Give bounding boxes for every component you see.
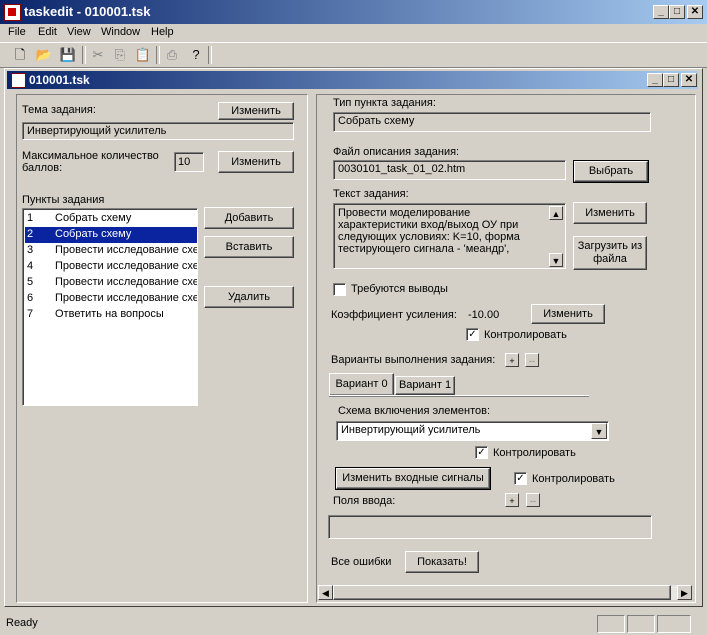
scroll-thumb[interactable]: [333, 585, 671, 600]
scheme-control-checkbox[interactable]: ✓: [475, 446, 488, 459]
open-icon[interactable]: 📂: [34, 46, 54, 64]
close-button[interactable]: ✕: [687, 5, 703, 19]
menu-view[interactable]: View: [67, 26, 91, 38]
toolbar-separator: [208, 46, 212, 64]
topic-label: Тема задания:: [22, 104, 96, 116]
toolbar: 🗋 📂 💾 ✂ ⎘ 📋 ⎙ ?: [0, 42, 707, 68]
list-item[interactable]: 4 Провести исследование схе: [25, 259, 197, 275]
maximize-button[interactable]: □: [669, 5, 685, 19]
max-score-change-button[interactable]: Изменить: [218, 151, 294, 173]
save-icon[interactable]: 💾: [58, 46, 78, 64]
change-text-button[interactable]: Изменить: [573, 202, 647, 224]
status-panel: [627, 615, 655, 633]
variants-label: Варианты выполнения задания:: [331, 354, 496, 366]
status-bar: Ready: [0, 613, 707, 635]
item-type-label: Тип пункта задания:: [333, 97, 436, 109]
scheme-select[interactable]: Инвертирующий усилитель ▼: [336, 421, 609, 441]
gain-change-button[interactable]: Изменить: [531, 304, 605, 324]
scheme-control-label: Контролировать: [493, 447, 576, 459]
menu-help[interactable]: Help: [151, 26, 174, 38]
max-score-field[interactable]: 10: [174, 152, 204, 172]
choose-file-button[interactable]: Выбрать: [573, 160, 649, 183]
new-icon[interactable]: 🗋: [10, 46, 30, 64]
remove-input-field-button[interactable]: --: [526, 493, 540, 507]
scroll-up-icon[interactable]: ▲: [549, 206, 563, 220]
app-icon: [4, 4, 21, 21]
delete-item-button[interactable]: Удалить: [204, 286, 294, 308]
copy-icon[interactable]: ⎘: [110, 46, 130, 64]
cut-icon[interactable]: ✂: [88, 46, 108, 64]
add-input-field-button[interactable]: +: [505, 493, 519, 507]
show-errors-button[interactable]: Показать!: [405, 551, 479, 573]
need-conclusions-label: Требуются выводы: [351, 283, 448, 295]
task-items-list[interactable]: 1 Собрать схему 2 Собрать схему 3 Провести …: [22, 208, 198, 406]
paste-icon[interactable]: 📋: [133, 46, 153, 64]
all-errors-label: Все ошибки: [331, 556, 392, 568]
tab-divider: [329, 395, 589, 397]
toolbar-separator: [82, 46, 86, 64]
scroll-left-icon[interactable]: ◀: [318, 585, 333, 600]
tab-variant-0[interactable]: Вариант 0: [329, 373, 394, 395]
max-score-label-line1: Максимальное количество: [22, 150, 159, 162]
remove-variant-button[interactable]: --: [525, 353, 539, 367]
horizontal-scrollbar[interactable]: ◀ ▶: [318, 585, 692, 600]
scheme-label: Схема включения элементов:: [338, 405, 491, 417]
print-icon[interactable]: ⎙: [162, 46, 182, 64]
status-panel: [657, 615, 691, 633]
menu-edit[interactable]: Edit: [38, 26, 57, 38]
document-icon: [11, 73, 26, 88]
list-item[interactable]: 3 Провести исследование схе: [25, 243, 197, 259]
list-item[interactable]: 5 Провести исследование схе: [25, 275, 197, 291]
change-input-signals-button[interactable]: Изменить входные сигналы: [335, 467, 491, 490]
help-icon[interactable]: ?: [186, 46, 206, 64]
list-item[interactable]: 6 Провести исследование схе: [25, 291, 197, 307]
menu-window[interactable]: Window: [101, 26, 140, 38]
list-item[interactable]: 7 Ответить на вопросы: [25, 307, 197, 323]
task-text-label: Текст задания:: [333, 188, 409, 200]
minimize-button[interactable]: _: [653, 5, 669, 19]
task-items-label: Пункты задания: [22, 194, 105, 206]
gain-label: Коэффициент усиления:: [331, 309, 457, 321]
description-file-field[interactable]: 0030101_task_01_02.htm: [333, 160, 566, 180]
item-type-field[interactable]: Собрать схему: [333, 112, 651, 132]
topic-change-button[interactable]: Изменить: [218, 102, 294, 120]
doc-maximize-button[interactable]: □: [663, 73, 679, 87]
topic-field[interactable]: Инвертирующий усилитель: [22, 122, 294, 140]
add-item-button[interactable]: Добавить: [204, 207, 294, 229]
add-variant-button[interactable]: +: [505, 353, 519, 367]
inputs-control-label: Контролировать: [532, 473, 615, 485]
list-item[interactable]: 1 Собрать схему: [25, 211, 197, 227]
gain-control-label: Контролировать: [484, 329, 567, 341]
description-file-label: Файл описания задания:: [333, 146, 460, 158]
insert-item-button[interactable]: Вставить: [204, 236, 294, 258]
need-conclusions-checkbox[interactable]: [333, 283, 346, 296]
app-title-bar: taskedit - 010001.tsk _ □ ✕: [0, 0, 707, 24]
list-item-selected[interactable]: 2 Собрать схему: [25, 227, 197, 243]
input-fields-area[interactable]: [328, 515, 652, 539]
menu-bar: File Edit View Window Help: [0, 24, 707, 42]
scroll-down-icon[interactable]: ▼: [549, 253, 563, 267]
app-title: taskedit - 010001.tsk: [24, 4, 151, 19]
doc-close-button[interactable]: ✕: [681, 73, 697, 87]
task-text-area[interactable]: Провести моделирование характеристики вх…: [333, 203, 566, 269]
document-title: 010001.tsk: [29, 73, 90, 87]
gain-control-checkbox[interactable]: ✓: [466, 328, 479, 341]
status-text: Ready: [6, 617, 38, 629]
chevron-down-icon[interactable]: ▼: [591, 423, 607, 439]
doc-minimize-button[interactable]: _: [647, 73, 663, 87]
menu-file[interactable]: File: [8, 26, 26, 38]
gain-value: -10.00: [468, 309, 500, 321]
max-score-label-line2: баллов:: [22, 162, 63, 174]
input-fields-label: Поля ввода:: [333, 495, 396, 507]
tab-variant-1[interactable]: Вариант 1: [395, 376, 455, 395]
toolbar-separator: [156, 46, 160, 64]
inputs-control-checkbox[interactable]: ✓: [514, 472, 527, 485]
load-from-file-button[interactable]: Загрузить из файла: [573, 236, 647, 270]
status-panel: [597, 615, 625, 633]
document-title-bar: 010001.tsk _ □ ✕: [7, 71, 698, 89]
scroll-right-icon[interactable]: ▶: [677, 585, 692, 600]
